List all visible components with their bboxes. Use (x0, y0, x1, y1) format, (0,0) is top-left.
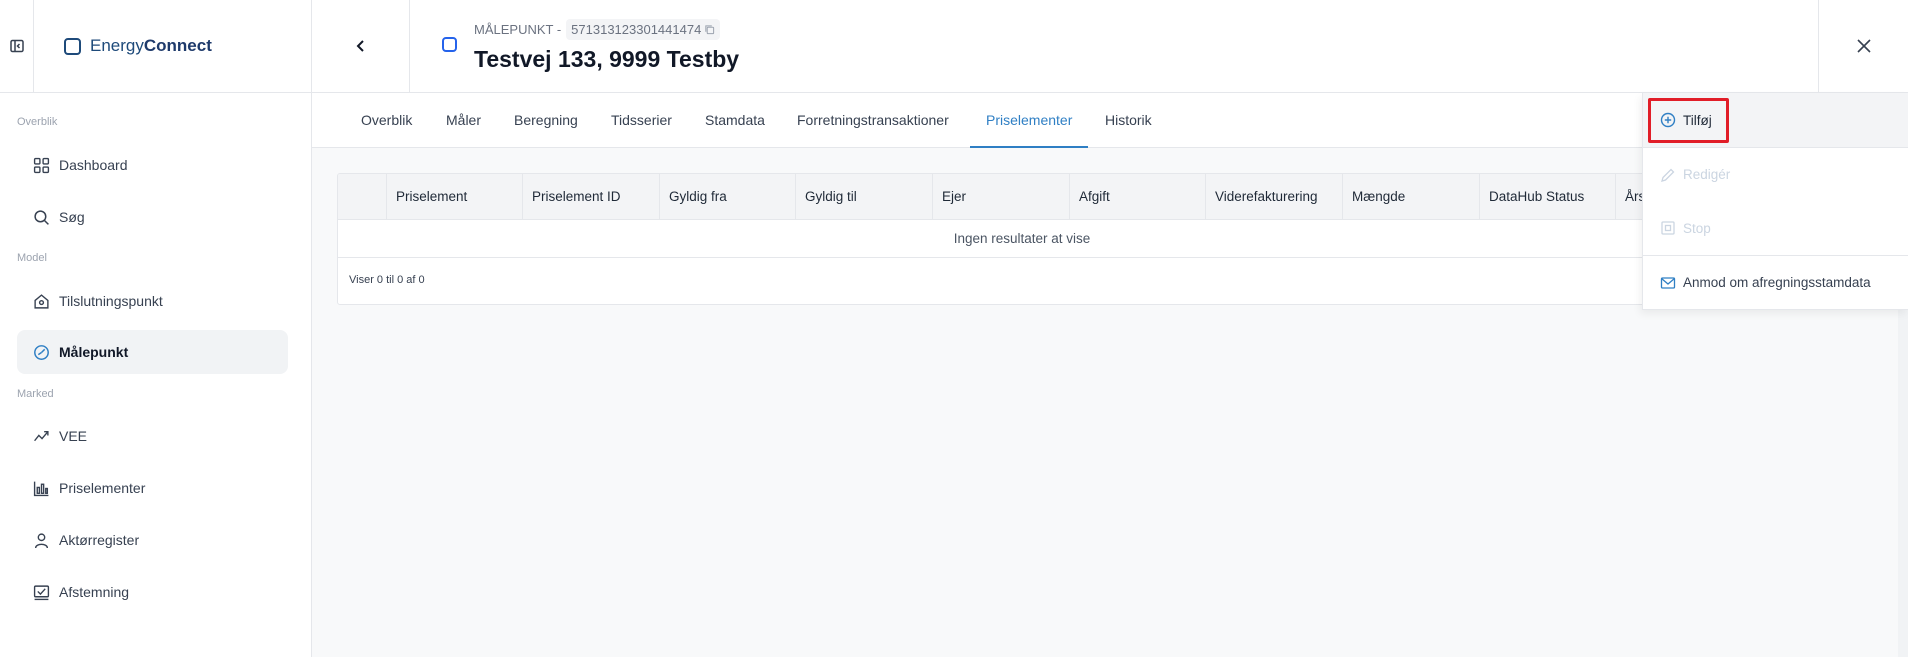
stop-icon (1661, 221, 1675, 235)
malepunkt-label: MÅLEPUNKT - 571313123301441474 (474, 19, 721, 40)
sidebar-item-tilslutningspunkt[interactable]: Tilslutningspunkt (17, 279, 288, 323)
mail-icon (1660, 276, 1676, 289)
plus-circle-icon (1660, 112, 1676, 128)
sidebar-item-label: Afstemning (59, 584, 130, 600)
column-header[interactable]: Mængde (1342, 174, 1479, 220)
malepunkt-id: 571313123301441474 (571, 22, 702, 37)
tab-beregning[interactable]: Beregning (514, 93, 578, 148)
tab-overblik[interactable]: Overblik (361, 93, 412, 148)
sidebar-header: Energy Connect (0, 0, 311, 93)
column-header[interactable]: Gyldig fra (659, 174, 795, 220)
page-title: Testvej 133, 9999 Testby (474, 46, 740, 72)
column-header[interactable]: Priselement (386, 174, 522, 220)
gauge-icon (34, 344, 49, 360)
actions-menu: Tilføj Redigér Stop Anmod om afregningss… (1642, 93, 1908, 310)
trend-icon (34, 430, 49, 441)
sidebar-item-sog[interactable]: Søg (17, 195, 288, 239)
malepunkt-id-chip[interactable]: 571313123301441474 (566, 19, 721, 40)
sidebar: Energy Connect Overblik Dashboard Søg Mod… (0, 0, 312, 657)
sidebar-item-vee[interactable]: VEE (17, 414, 288, 458)
logo-mark-icon (64, 37, 81, 55)
request-label: Anmod om afregningsstamdata (1683, 275, 1871, 290)
brand-logo[interactable]: Energy Connect (64, 36, 212, 56)
sidebar-item-label: Målepunkt (59, 344, 129, 360)
add-button[interactable]: Tilføj (1643, 93, 1908, 147)
section-marked: Marked (17, 388, 54, 400)
request-settlement-data-button[interactable]: Anmod om afregningsstamdata (1643, 255, 1908, 309)
app-root: Energy Connect Overblik Dashboard Søg Mod… (0, 0, 1908, 657)
tab-forretningstransaktioner[interactable]: Forretningstransaktioner (797, 93, 949, 148)
tab-maler[interactable]: Måler (446, 93, 481, 148)
tab-stamdata[interactable]: Stamdata (705, 93, 765, 148)
malepunkt-type: MÅLEPUNKT - (474, 22, 562, 37)
sidebar-item-afstemning[interactable]: Afstemning (17, 570, 288, 614)
sidebar-item-priselementer[interactable]: Priselementer (17, 466, 288, 510)
search-icon (34, 209, 49, 225)
chart-bars-icon (33, 481, 49, 496)
sidebar-collapse-button[interactable] (0, 0, 34, 92)
empty-state: Ingen resultater at vise (338, 220, 1706, 258)
brand-prefix: Energy (90, 36, 144, 55)
sidebar-item-label: Aktørregister (59, 532, 140, 548)
page-header: MÅLEPUNKT - 571313123301441474 Testvej 1… (312, 0, 1908, 93)
add-label: Tilføj (1683, 112, 1712, 128)
stop-label: Stop (1683, 220, 1711, 236)
close-icon (1856, 39, 1871, 53)
sidebar-item-malepunkt[interactable]: Målepunkt (17, 330, 288, 374)
check-square-icon (33, 584, 50, 600)
tab-priselementer[interactable]: Priselementer (970, 93, 1089, 148)
sidebar-item-aktorregister[interactable]: Aktørregister (17, 518, 288, 562)
grid-icon (33, 157, 50, 173)
brand-bold: Connect (143, 36, 212, 55)
sidebar-item-label: VEE (59, 428, 88, 444)
select-column[interactable] (338, 174, 386, 220)
sidebar-item-label: Søg (59, 209, 85, 225)
user-icon (34, 532, 49, 548)
sidebar-item-dashboard[interactable]: Dashboard (17, 143, 288, 187)
tab-tidsserier[interactable]: Tidsserier (611, 93, 672, 148)
malepunkt-icon (442, 37, 457, 52)
column-header[interactable]: Gyldig til (795, 174, 932, 220)
column-header[interactable]: Afgift (1069, 174, 1205, 220)
building-icon (34, 293, 49, 309)
table-header: Priselement Priselement ID Gyldig fra Gy… (338, 174, 1706, 220)
tab-historik[interactable]: Historik (1105, 93, 1152, 148)
sidebar-item-label: Priselementer (59, 480, 146, 496)
close-button[interactable] (1818, 0, 1908, 92)
sidebar-toggle-icon (9, 39, 24, 53)
copy-icon[interactable] (704, 24, 715, 35)
edit-label: Redigér (1683, 167, 1731, 182)
column-header[interactable]: Viderefakturering (1205, 174, 1342, 220)
pagination-summary: Viser 0 til 0 af 0 (349, 274, 425, 286)
column-header[interactable]: DataHub Status (1479, 174, 1615, 220)
section-model: Model (17, 252, 47, 264)
column-header[interactable]: Priselement ID (522, 174, 659, 220)
pencil-icon (1661, 168, 1675, 182)
chevron-left-icon (356, 40, 364, 52)
edit-button[interactable]: Redigér (1643, 147, 1908, 201)
column-header[interactable]: Ejer (932, 174, 1069, 220)
sidebar-item-label: Tilslutningspunkt (59, 293, 163, 309)
back-button[interactable] (312, 0, 410, 92)
stop-button[interactable]: Stop (1643, 201, 1908, 255)
section-overblik: Overblik (17, 116, 58, 128)
priselementer-table: Priselement Priselement ID Gyldig fra Gy… (337, 173, 1707, 305)
sidebar-item-label: Dashboard (59, 157, 128, 173)
